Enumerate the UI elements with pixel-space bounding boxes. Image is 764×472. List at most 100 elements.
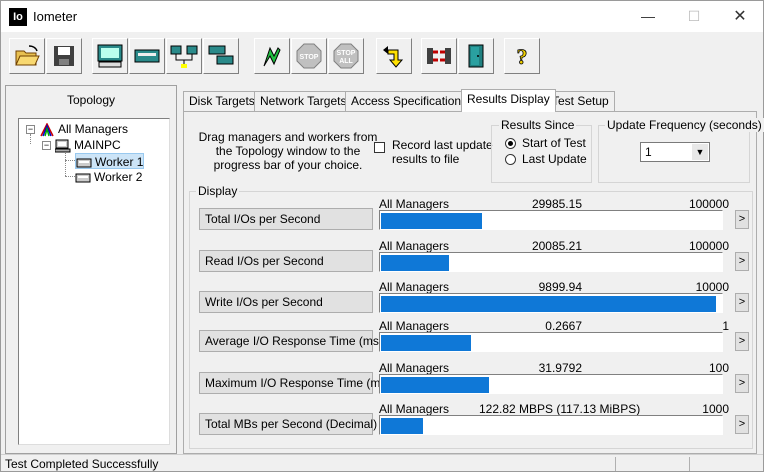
stop-icon: STOP — [296, 43, 322, 69]
tab-results-display[interactable]: Results Display — [461, 89, 556, 112]
worker-icon — [76, 158, 92, 168]
stop-all-icon: STOPALL — [333, 43, 359, 69]
last-update-label: Last Update — [522, 152, 587, 166]
results-since-title: Results Since — [499, 118, 577, 132]
display-title: Display — [196, 184, 240, 198]
metric-source: All Managers — [379, 361, 450, 375]
help-question-glyph: ? — [517, 44, 528, 69]
last-update-radio[interactable] — [505, 154, 516, 165]
open-folder-icon — [15, 45, 40, 66]
stop-all-button[interactable]: STOP ALL — [328, 38, 364, 74]
record-results-checkbox[interactable] — [374, 142, 385, 153]
expand-arrow-button[interactable]: > — [735, 252, 749, 271]
title-bar: Io Iometer — ☐ ✕ — [1, 1, 763, 32]
metric-value: 0.2667 — [545, 319, 582, 333]
start-of-test-radio[interactable] — [505, 138, 516, 149]
disk-worker-icon — [134, 49, 160, 63]
tree-connector — [65, 160, 75, 161]
stop-all-icon-label-2: ALL — [339, 58, 353, 65]
metric-max: 1000 — [702, 402, 729, 416]
open-config-button[interactable] — [9, 38, 45, 74]
new-disk-worker-button[interactable] — [92, 38, 128, 74]
expand-arrow-button[interactable]: > — [735, 293, 749, 312]
tree-item-worker-1[interactable]: Worker 1 — [75, 153, 145, 169]
metric-value: 20085.21 — [531, 239, 582, 253]
topology-title: Topology — [66, 93, 116, 107]
expand-arrow-button[interactable]: > — [735, 415, 749, 434]
collapse-all-managers-icon[interactable]: − — [26, 125, 35, 134]
metric-value: 9899.94 — [538, 280, 582, 294]
tree-item-mainpc[interactable]: MAINPC — [55, 137, 121, 153]
tree-label: Worker 2 — [94, 170, 143, 184]
expand-arrow-button[interactable]: > — [735, 210, 749, 229]
tab-network-targets[interactable]: Network Targets — [254, 91, 353, 111]
status-divider — [615, 457, 616, 471]
tree-label: Worker 1 — [95, 155, 144, 169]
tab-disk-targets[interactable]: Disk Targets — [183, 91, 261, 111]
stop-icon-label: STOP — [300, 54, 319, 61]
stop-all-icon-label-1: STOP — [337, 50, 356, 57]
results-since-group: Results Since Start of Test Last Update — [491, 118, 592, 183]
save-config-button[interactable] — [46, 38, 82, 74]
metric-value: 122.82 MBPS (117.13 MiBPS) — [479, 402, 641, 416]
metric-button[interactable]: Total MBs per Second (Decimal) — [199, 413, 377, 435]
progress-bar-fill — [381, 335, 471, 351]
tab-test-setup[interactable]: Test Setup — [546, 91, 615, 111]
disconnect-icon — [427, 48, 451, 64]
minimize-button[interactable]: — — [625, 1, 671, 32]
topology-tree[interactable]: − All Managers − MAINPC Worker 1 Worker … — [18, 118, 170, 445]
tree-connector — [65, 152, 66, 176]
results-display-panel: Drag managers and workers from the Topol… — [183, 111, 764, 454]
network-worker-icon — [170, 45, 198, 68]
expand-arrow-button[interactable]: > — [735, 374, 749, 393]
maximize-button[interactable]: ☐ — [671, 1, 717, 32]
topology-panel: Topology − All Managers − MAINPC Worker … — [5, 85, 177, 454]
disconnect-managers-button[interactable] — [421, 38, 457, 74]
metric-value: 31.9792 — [538, 361, 582, 375]
metric-value: 29985.15 — [531, 197, 582, 211]
metric-button[interactable]: Maximum I/O Response Time (ms) — [199, 372, 390, 394]
metric-max: 100000 — [688, 239, 729, 253]
expand-arrow-button[interactable]: > — [735, 332, 749, 351]
progress-bar[interactable] — [379, 293, 723, 313]
progress-bar[interactable] — [379, 252, 723, 272]
about-button[interactable]: ? — [504, 38, 540, 74]
progress-bar-fill — [381, 213, 482, 229]
start-tests-button[interactable] — [254, 38, 290, 74]
metric-button[interactable]: Write I/Os per Second — [199, 291, 373, 313]
duplicate-worker-button[interactable] — [203, 38, 239, 74]
progress-bar-fill — [381, 255, 449, 271]
metric-source: All Managers — [379, 319, 450, 333]
tree-connector — [65, 176, 75, 177]
network-worker-button[interactable] — [166, 38, 202, 74]
floppy-disk-icon — [54, 46, 74, 66]
metric-max: 10000 — [695, 280, 729, 294]
progress-bar[interactable] — [379, 374, 723, 394]
metric-max: 100 — [708, 361, 729, 375]
start-of-test-label: Start of Test — [522, 136, 586, 150]
tree-connector — [30, 134, 31, 144]
reset-workers-button[interactable] — [376, 38, 412, 74]
progress-bar[interactable] — [379, 210, 723, 230]
tree-item-all-managers[interactable]: All Managers — [39, 121, 128, 137]
stop-button[interactable]: STOP — [291, 38, 327, 74]
progress-bar[interactable] — [379, 415, 723, 435]
exit-button[interactable] — [458, 38, 494, 74]
status-divider — [689, 457, 690, 471]
new-network-worker-button[interactable] — [129, 38, 165, 74]
metric-source: All Managers — [379, 280, 450, 294]
metric-source: All Managers — [379, 239, 450, 253]
tab-access-specifications[interactable]: Access Specifications — [345, 91, 474, 111]
close-button[interactable]: ✕ — [717, 1, 763, 32]
update-frequency-select[interactable]: 1 ▼ — [640, 142, 710, 162]
metric-button[interactable]: Read I/Os per Second — [199, 250, 373, 272]
status-bar: Test Completed Successfully — [1, 454, 763, 472]
tree-label: All Managers — [58, 122, 129, 136]
tree-label: MAINPC — [74, 138, 121, 152]
progress-bar[interactable] — [379, 332, 723, 352]
tree-item-worker-2[interactable]: Worker 2 — [75, 169, 142, 185]
duplicate-worker-icon — [208, 45, 234, 65]
metric-button[interactable]: Average I/O Response Time (ms) — [199, 330, 383, 352]
collapse-mainpc-icon[interactable]: − — [42, 141, 51, 150]
metric-button[interactable]: Total I/Os per Second — [199, 208, 373, 230]
